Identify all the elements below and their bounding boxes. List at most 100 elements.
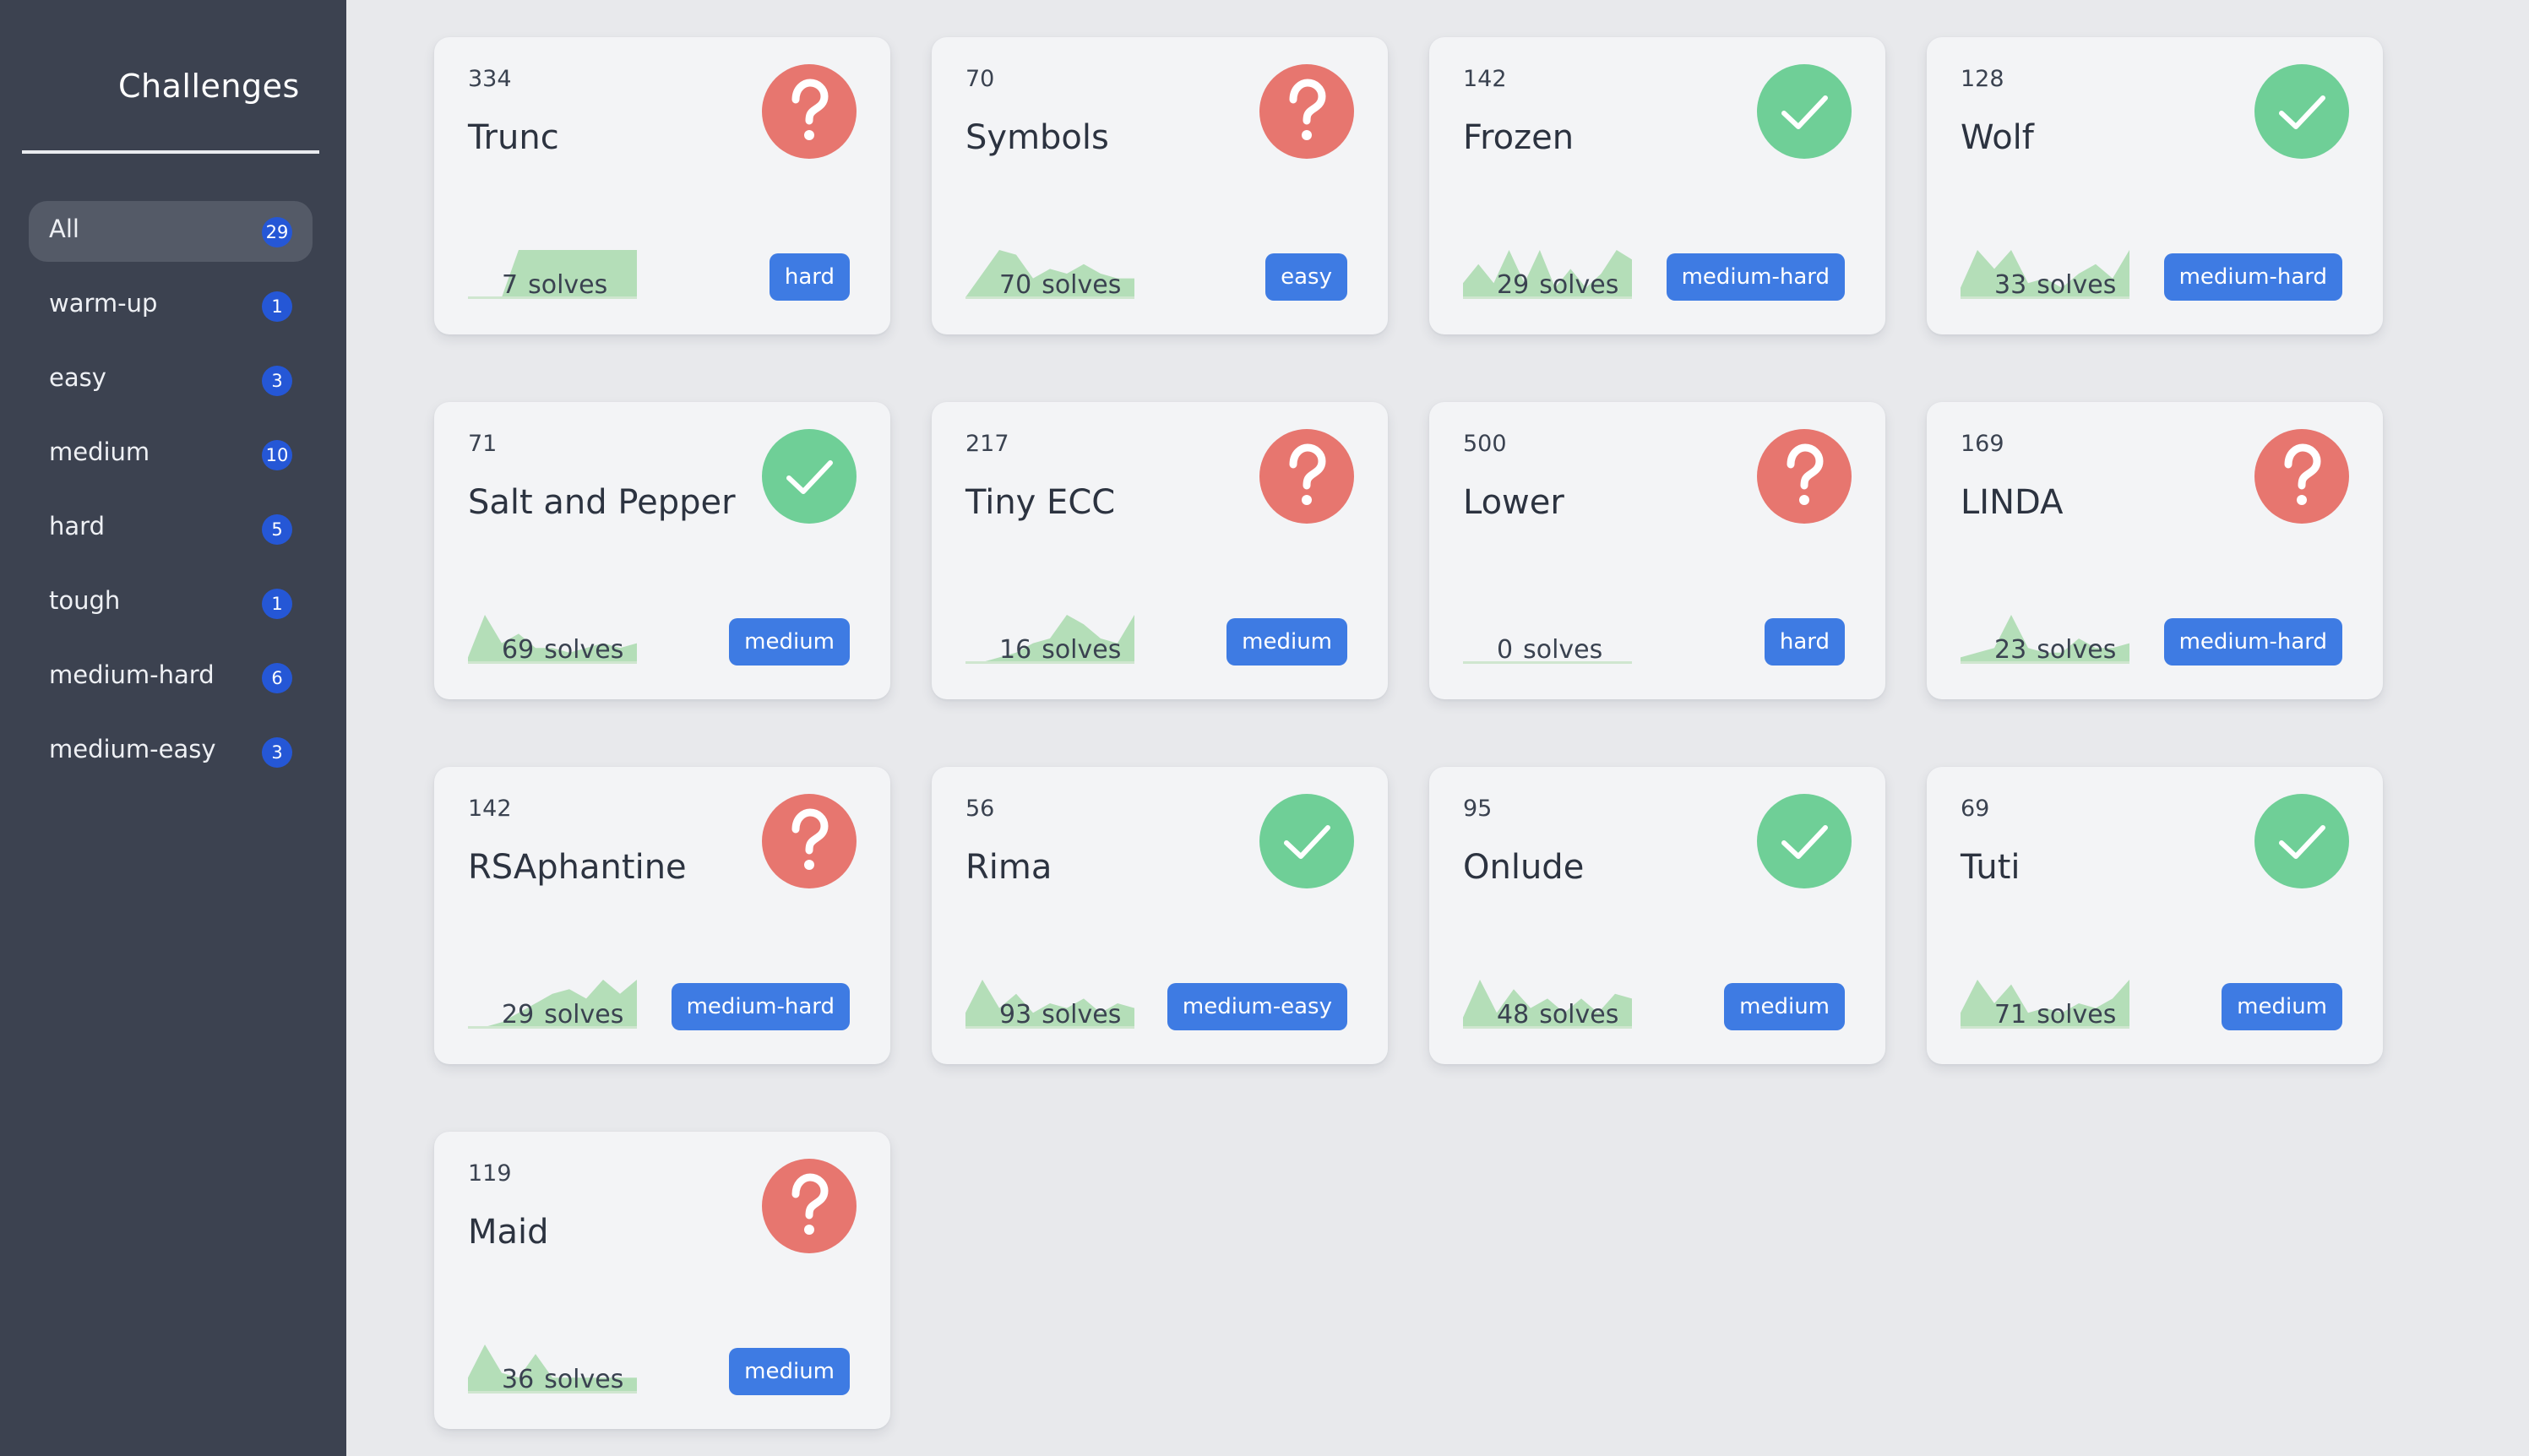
challenge-card[interactable]: 217 Tiny ECC 16 solves medium: [932, 402, 1388, 699]
category-label: easy: [49, 363, 106, 392]
challenge-card[interactable]: 70 Symbols 70 solves easy: [932, 37, 1388, 334]
question-mark-icon: [762, 1159, 857, 1253]
category-label: warm-up: [49, 289, 158, 318]
question-mark-icon: [1757, 429, 1852, 524]
category-all[interactable]: All 29: [29, 201, 313, 262]
category-hard[interactable]: hard 5: [29, 498, 313, 559]
solves-count: 48 solves: [1497, 1000, 1618, 1030]
challenge-card[interactable]: 142 Frozen 29 solves medium-hard: [1429, 37, 1885, 334]
difficulty-tag[interactable]: medium-easy: [1167, 983, 1347, 1030]
solves-number: 33: [1994, 270, 2027, 300]
challenge-card[interactable]: 69 Tuti 71 solves medium: [1927, 767, 2383, 1064]
difficulty-tag[interactable]: hard: [1764, 618, 1845, 666]
solves-count: 93 solves: [999, 1000, 1121, 1030]
category-tough[interactable]: tough 1: [29, 573, 313, 633]
challenge-card[interactable]: 142 RSAphantine 29 solves medium-hard: [434, 767, 890, 1064]
category-medium[interactable]: medium 10: [29, 424, 313, 485]
challenge-name: Salt and Pepper: [468, 483, 736, 522]
difficulty-tag[interactable]: medium: [2222, 983, 2342, 1030]
sidebar: Challenges All 29 warm-up 1 easy 3 medium 10 har…: [0, 0, 346, 1456]
category-medium-hard[interactable]: medium-hard 6: [29, 647, 313, 708]
challenge-points: 119: [468, 1160, 512, 1187]
difficulty-tag[interactable]: medium-hard: [2163, 618, 2342, 666]
solves-label: solves: [2037, 1000, 2117, 1030]
solves-label: solves: [528, 270, 608, 300]
solves-number: 29: [1497, 270, 1530, 300]
solves-number: 7: [502, 270, 519, 300]
challenge-card[interactable]: 95 Onlude 48 solves medium: [1429, 767, 1885, 1064]
challenge-points: 128: [1961, 66, 2004, 92]
challenge-card[interactable]: 334 Trunc 7 solves hard: [434, 37, 890, 334]
solves-count: 70 solves: [999, 270, 1121, 300]
category-label: hard: [49, 512, 105, 541]
category-label: medium: [49, 437, 150, 466]
challenge-card[interactable]: 500 Lower 0 solves hard: [1429, 402, 1885, 699]
question-mark-icon: [1259, 64, 1354, 159]
difficulty-tag[interactable]: medium-hard: [2163, 253, 2342, 301]
challenge-name: LINDA: [1961, 483, 2064, 522]
solves-number: 23: [1994, 635, 2027, 665]
solves-label: solves: [544, 1000, 624, 1030]
solves-number: 16: [999, 635, 1032, 665]
challenge-card[interactable]: 56 Rima 93 solves medium-easy: [932, 767, 1388, 1064]
category-warm-up[interactable]: warm-up 1: [29, 275, 313, 336]
challenge-points: 169: [1961, 431, 2004, 457]
difficulty-tag[interactable]: hard: [769, 253, 850, 301]
difficulty-tag[interactable]: medium-hard: [1666, 253, 1845, 301]
difficulty-tag[interactable]: medium: [1724, 983, 1845, 1030]
category-count-badge: 6: [262, 663, 292, 693]
challenge-points: 56: [965, 796, 995, 822]
solves-number: 0: [1497, 635, 1514, 665]
solves-label: solves: [1042, 635, 1122, 665]
solves-label: solves: [1539, 1000, 1619, 1030]
challenge-name: Rima: [965, 848, 1052, 887]
solves-number: 36: [502, 1365, 535, 1394]
challenge-points: 500: [1463, 431, 1507, 457]
solves-number: 70: [999, 270, 1032, 300]
solves-label: solves: [1523, 635, 1603, 665]
solves-label: solves: [1042, 270, 1122, 300]
challenge-points: 71: [468, 431, 498, 457]
question-mark-icon: [2254, 429, 2349, 524]
solves-count: 69 solves: [502, 635, 623, 665]
challenge-card[interactable]: 128 Wolf 33 solves medium-hard: [1927, 37, 2383, 334]
solves-count: 33 solves: [1994, 270, 2116, 300]
category-count-badge: 3: [262, 737, 292, 768]
difficulty-tag[interactable]: medium: [729, 1348, 850, 1395]
challenge-card[interactable]: 119 Maid 36 solves medium: [434, 1132, 890, 1429]
category-medium-easy[interactable]: medium-easy 3: [29, 721, 313, 782]
difficulty-tag[interactable]: medium-hard: [671, 983, 850, 1030]
question-mark-icon: [1259, 429, 1354, 524]
challenge-name: Maid: [468, 1213, 549, 1252]
challenge-name: Tuti: [1961, 848, 2020, 887]
category-easy[interactable]: easy 3: [29, 350, 313, 410]
challenge-name: Tiny ECC: [965, 483, 1116, 522]
category-count-badge: 1: [262, 291, 292, 322]
solves-count: 16 solves: [999, 635, 1121, 665]
challenge-points: 142: [1463, 66, 1507, 92]
sidebar-title: Challenges: [118, 68, 300, 105]
category-label: medium-hard: [49, 660, 215, 689]
solves-label: solves: [1042, 1000, 1122, 1030]
solves-count: 71 solves: [1994, 1000, 2116, 1030]
difficulty-tag[interactable]: medium: [729, 618, 850, 666]
solves-label: solves: [1539, 270, 1619, 300]
challenge-card[interactable]: 169 LINDA 23 solves medium-hard: [1927, 402, 2383, 699]
checkmark-icon: [1259, 794, 1354, 888]
category-label: All: [49, 215, 79, 243]
difficulty-tag[interactable]: medium: [1226, 618, 1347, 666]
challenge-points: 69: [1961, 796, 1990, 822]
checkmark-icon: [1757, 794, 1852, 888]
category-count-badge: 29: [262, 217, 292, 247]
solves-label: solves: [2037, 270, 2117, 300]
solves-count: 36 solves: [502, 1365, 623, 1394]
solves-count: 23 solves: [1994, 635, 2116, 665]
difficulty-tag[interactable]: easy: [1265, 253, 1347, 301]
solves-count: 29 solves: [1497, 270, 1618, 300]
challenge-name: RSAphantine: [468, 848, 687, 887]
category-list: All 29 warm-up 1 easy 3 medium 10 hard 5 tough 1 med…: [29, 201, 313, 796]
challenge-name: Symbols: [965, 118, 1109, 157]
category-count-badge: 3: [262, 366, 292, 396]
challenge-card[interactable]: 71 Salt and Pepper 69 solves medium: [434, 402, 890, 699]
challenge-points: 95: [1463, 796, 1493, 822]
